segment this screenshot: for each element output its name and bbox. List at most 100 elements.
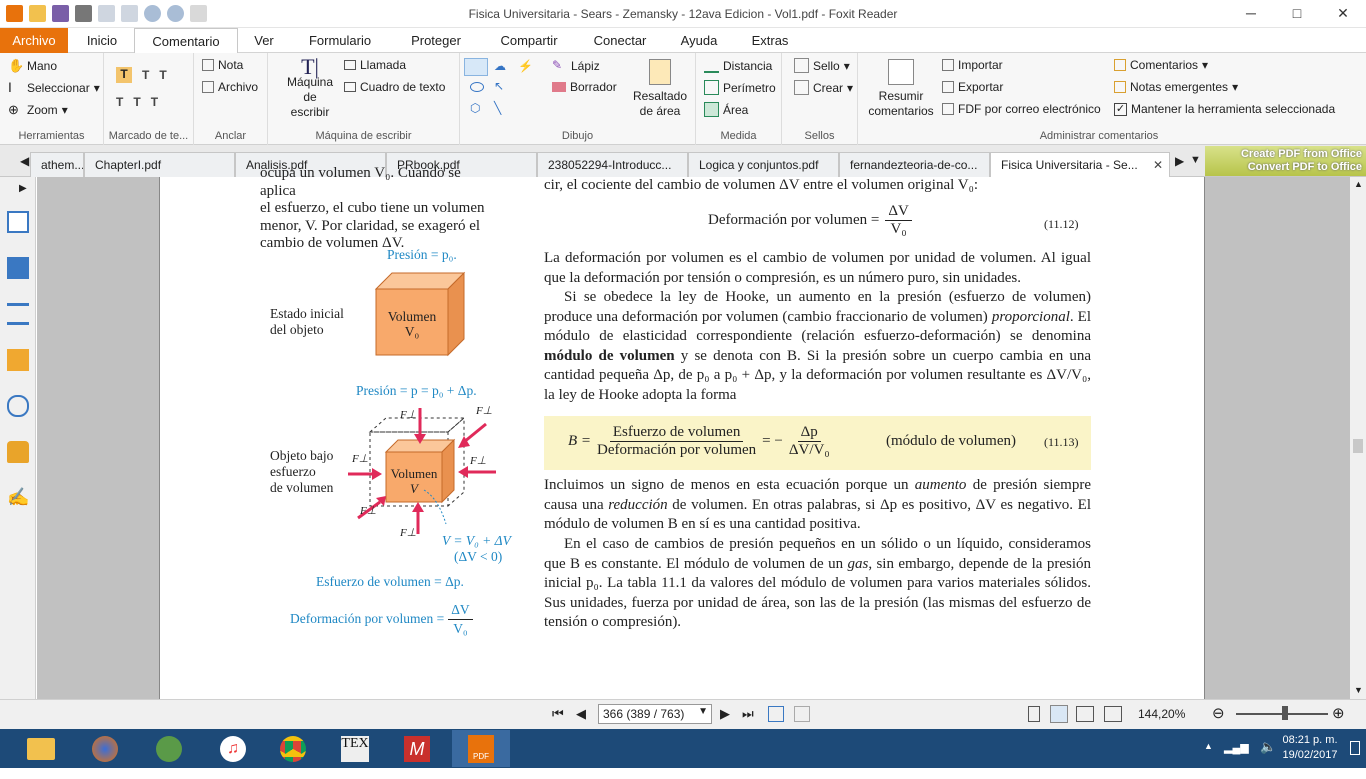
callout-button[interactable]: Llamada [344, 58, 406, 72]
zoom-slider-thumb[interactable] [1282, 706, 1288, 720]
underline-text-icon[interactable]: T [142, 68, 149, 82]
fdf-email-button[interactable]: FDF por correo electrónico [942, 102, 1101, 116]
itunes-taskbar-button[interactable]: ♫ [204, 730, 262, 767]
menu-compartir[interactable]: Compartir [490, 28, 568, 53]
zoom-out-icon[interactable]: ⊖ [1212, 704, 1225, 722]
menu-archivo[interactable]: Archivo [0, 28, 68, 53]
strikeout-text-icon[interactable]: T [159, 68, 166, 82]
tab-document[interactable]: Logica y conjuntos.pdf [688, 152, 839, 177]
attachments-icon[interactable] [7, 395, 29, 417]
create-pdf-banner[interactable]: Create PDF from Office Convert PDF to Of… [1205, 146, 1366, 176]
last-page-icon[interactable]: ⏭ [742, 706, 754, 722]
highlight-text-icon[interactable]: T [116, 67, 132, 83]
typewriter-button[interactable]: T| Máquina de escribir [283, 56, 337, 120]
firefox-taskbar-button[interactable] [76, 730, 134, 767]
menu-formulario[interactable]: Formulario [298, 28, 382, 53]
note-button[interactable]: Nota [202, 58, 243, 72]
select-tool-button[interactable]: Ⅰ Seleccionar ▾ [8, 80, 100, 95]
file-attach-button[interactable]: Archivo [202, 80, 258, 94]
stamp-button[interactable]: Sello ▾ [794, 58, 850, 73]
globe-app-taskbar-button[interactable] [140, 730, 198, 767]
foxit-taskbar-button[interactable]: PDF [452, 730, 510, 767]
tab-document[interactable]: fernandezteoria-de-co... [839, 152, 990, 177]
polygon-tool-icon[interactable]: ⬡ [470, 101, 480, 115]
continuous-page-icon[interactable] [1050, 705, 1068, 723]
menu-comentario[interactable]: Comentario [134, 28, 238, 54]
pages-icon[interactable] [7, 257, 29, 279]
layers-icon[interactable] [7, 303, 29, 325]
page-number-field[interactable]: 366 (389 / 763) ▼ [598, 704, 712, 724]
vertical-scrollbar[interactable]: ▲ ▼ [1350, 177, 1366, 699]
minimize-button[interactable]: ─ [1228, 0, 1274, 28]
signature-icon[interactable]: ✍ [7, 487, 29, 509]
pencil-button[interactable]: ✎ Lápiz [552, 58, 600, 73]
rectangle-tool-icon[interactable] [464, 58, 488, 76]
file-explorer-taskbar-button[interactable] [12, 730, 70, 767]
hand-tool-button[interactable]: ✋ Mano [8, 58, 57, 73]
security-lock-icon[interactable] [7, 441, 29, 463]
zoom-level[interactable]: 144,20% [1138, 707, 1185, 721]
previous-page-icon[interactable]: ◀ [576, 706, 586, 722]
eraser-button[interactable]: Borrador [552, 80, 617, 94]
tab-document[interactable]: 238052294-Introducc... [537, 152, 688, 177]
replace-text-icon[interactable]: T [133, 95, 140, 109]
arrow-tool-icon[interactable]: ↖ [494, 79, 504, 93]
textbox-button[interactable]: Cuadro de texto [344, 80, 445, 94]
menu-extras[interactable]: Extras [742, 28, 798, 53]
zoom-tool-button[interactable]: ⊕ Zoom ▾ [8, 102, 68, 117]
maximize-button[interactable]: □ [1274, 0, 1320, 28]
continuous-facing-icon[interactable] [1104, 706, 1122, 722]
area-button[interactable]: Área [704, 102, 748, 117]
clock[interactable]: 08:21 p. m. 19/02/2017 [1280, 733, 1340, 763]
tex-taskbar-button[interactable]: TEX [326, 730, 384, 767]
summarize-comments-button[interactable]: Resumir comentarios [868, 59, 934, 119]
next-page-icon[interactable]: ▶ [720, 706, 730, 722]
menu-ayuda[interactable]: Ayuda [672, 28, 726, 53]
network-signal-icon[interactable]: ▂▄▆ [1224, 741, 1249, 754]
next-view-icon[interactable] [794, 706, 810, 722]
scroll-down-icon[interactable]: ▼ [1354, 685, 1363, 695]
menu-proteger[interactable]: Proteger [398, 28, 474, 53]
keep-tool-checkbox[interactable]: ✓ Mantener la herramienta seleccionada [1114, 102, 1335, 116]
perimeter-button[interactable]: Perímetro [704, 80, 776, 95]
tab-list-icon[interactable]: ▼ [1190, 154, 1201, 166]
tab-document[interactable]: ChapterI.pdf [84, 152, 235, 177]
distance-button[interactable]: Distancia [704, 58, 772, 73]
show-hidden-icons-icon[interactable]: ▲ [1204, 741, 1213, 751]
collapse-panel-icon[interactable]: ▶ [19, 183, 27, 194]
insert-text-icon[interactable]: T [151, 95, 158, 109]
squiggly-text-icon[interactable]: T [116, 95, 123, 109]
volume-icon[interactable]: 🔈 [1260, 739, 1276, 755]
zoom-in-icon[interactable]: ⊕ [1332, 704, 1345, 722]
chrome-taskbar-button[interactable] [264, 730, 322, 767]
tab-scroll-right-icon[interactable]: ▶ [1175, 154, 1184, 168]
comments-panel-icon[interactable] [7, 349, 29, 371]
comments-dropdown[interactable]: Comentarios ▾ [1114, 58, 1208, 72]
page-dropdown-icon[interactable]: ▼ [698, 706, 708, 717]
facing-page-icon[interactable] [1076, 706, 1094, 722]
mathematica-taskbar-button[interactable]: M [388, 730, 446, 767]
first-page-icon[interactable]: ⏮ [552, 706, 564, 722]
oval-tool-icon[interactable] [470, 82, 484, 92]
tab-scroll-left-icon[interactable]: ◀ [20, 154, 29, 168]
tab-active-document[interactable]: Fisica Universitaria - Se... ✕ [990, 152, 1170, 178]
close-button[interactable]: ✕ [1320, 0, 1366, 28]
create-stamp-button[interactable]: Crear ▾ [794, 80, 853, 95]
import-button[interactable]: Importar [942, 58, 1003, 72]
bookmarks-icon[interactable] [7, 211, 29, 233]
polyline-tool-icon[interactable]: ⚡ [518, 59, 533, 73]
area-highlight-button[interactable]: Resaltado de área [632, 59, 688, 119]
menu-ver[interactable]: Ver [244, 28, 284, 53]
popup-notes-dropdown[interactable]: Notas emergentes ▾ [1114, 80, 1238, 94]
cloud-tool-icon[interactable]: ☁ [494, 59, 506, 73]
menu-inicio[interactable]: Inicio [76, 28, 128, 53]
export-button[interactable]: Exportar [942, 80, 1003, 94]
scroll-thumb[interactable] [1353, 439, 1363, 453]
tab-document[interactable]: athem... [30, 152, 84, 177]
previous-view-icon[interactable] [768, 706, 784, 722]
notifications-icon[interactable] [1350, 741, 1360, 755]
scroll-up-icon[interactable]: ▲ [1354, 179, 1363, 189]
single-page-icon[interactable] [1028, 706, 1040, 722]
close-tab-icon[interactable]: ✕ [1153, 158, 1163, 172]
line-tool-icon[interactable]: ╲ [494, 101, 501, 115]
